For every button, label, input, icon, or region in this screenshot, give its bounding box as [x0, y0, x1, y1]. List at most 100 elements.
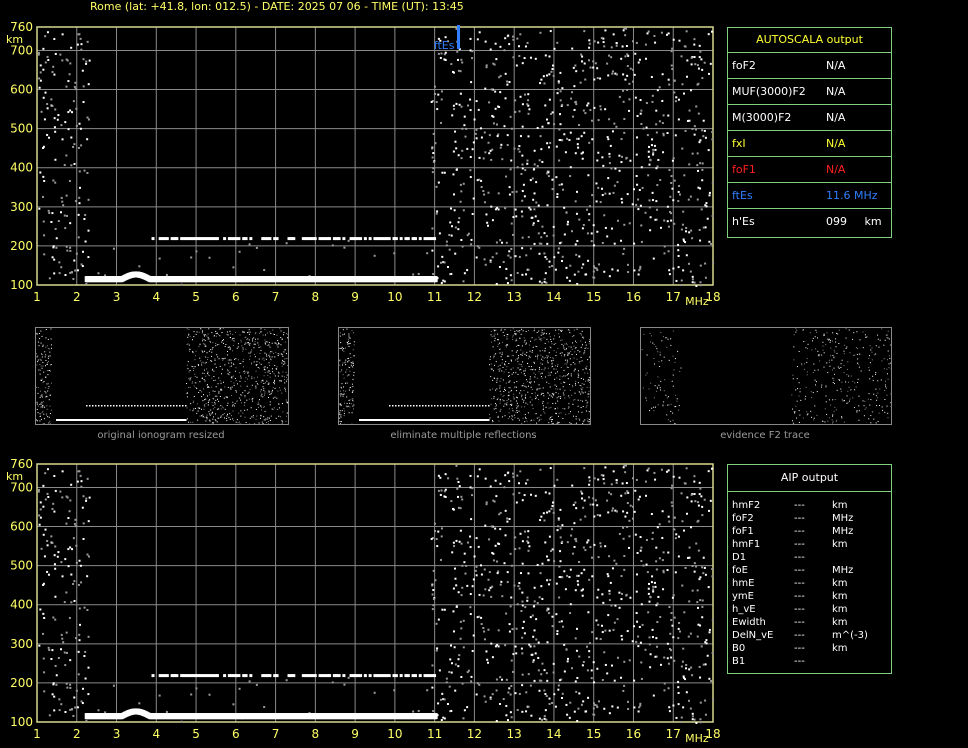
- thumb-dot: [496, 380, 498, 382]
- noise-dot: [704, 136, 707, 139]
- noise-dot: [527, 236, 530, 239]
- noise-dot: [610, 604, 613, 607]
- thumb-dot: [281, 422, 283, 424]
- noise-dot: [644, 211, 647, 214]
- thumb-dot: [195, 350, 197, 352]
- thumb-dot: [254, 338, 256, 340]
- noise-dot: [488, 152, 491, 155]
- noise-dot: [478, 156, 481, 159]
- noise-dot: [611, 567, 614, 570]
- thumb-dot: [195, 386, 197, 388]
- noise-dot: [603, 270, 606, 273]
- thumb-dot: [49, 394, 51, 396]
- noise-dot: [60, 561, 63, 564]
- thumb-dot: [227, 369, 229, 371]
- noise-dot: [67, 111, 70, 114]
- thumb-dot: [203, 339, 205, 341]
- thumb-dot: [207, 336, 209, 338]
- noise-dot: [75, 252, 78, 255]
- thumb-dot: [285, 390, 287, 392]
- thumb-dot: [45, 329, 47, 331]
- thumb-dot: [353, 403, 355, 405]
- noise-dot: [502, 698, 505, 701]
- thumb-dot: [581, 411, 583, 413]
- noise-dot: [628, 98, 631, 101]
- thumb-trace: [129, 419, 131, 421]
- thumb-dot: [199, 415, 201, 417]
- noise-dot: [606, 235, 609, 238]
- y-tick-label: 100: [10, 715, 33, 729]
- noise-dot: [561, 692, 564, 695]
- noise-dot: [431, 584, 434, 587]
- thumb-trace: [89, 419, 91, 421]
- noise-dot: [613, 122, 616, 125]
- noise-dot: [457, 228, 460, 231]
- thumb-dot: [340, 342, 342, 344]
- noise-dot: [667, 662, 670, 665]
- thumb-dot: [536, 417, 538, 419]
- noise-dot: [574, 538, 577, 541]
- thumb-trace: [174, 419, 176, 421]
- noise-dot: [482, 594, 485, 597]
- thumb-dot: [557, 388, 559, 390]
- thumb-dot: [257, 338, 259, 340]
- noise-dot: [557, 251, 560, 254]
- noise-dot: [624, 515, 627, 518]
- noise-dot: [640, 559, 643, 562]
- noise-dot: [652, 257, 655, 260]
- noise-dot: [588, 205, 591, 208]
- thumb-dot: [203, 362, 205, 364]
- thumb-dot: [353, 344, 355, 346]
- thumb-trace: [167, 419, 169, 421]
- noise-dot: [69, 246, 72, 249]
- thumb-dot: [253, 347, 255, 349]
- noise-dot: [712, 262, 715, 265]
- noise-dot: [42, 582, 45, 585]
- noise-dot: [628, 109, 631, 112]
- noise-dot: [577, 146, 580, 149]
- thumb-dot: [526, 423, 528, 424]
- noise-dot: [595, 619, 598, 622]
- thumb-dot: [228, 374, 230, 376]
- noise-dot: [701, 514, 704, 517]
- noise-dot: [516, 603, 519, 606]
- noise-dot: [703, 61, 706, 64]
- thumb-dot: [343, 413, 345, 415]
- noise-dot: [550, 70, 553, 73]
- thumb-dot: [199, 343, 201, 345]
- thumb-dot: [560, 339, 562, 341]
- thumb-dot: [495, 411, 497, 413]
- noise-dot: [548, 510, 551, 513]
- noise-dot: [104, 711, 107, 714]
- noise-dot: [80, 581, 83, 584]
- noise-dot: [575, 253, 578, 256]
- noise-dot: [138, 265, 141, 268]
- noise-dot: [248, 243, 251, 246]
- thumb-dot: [570, 364, 572, 366]
- thumb-dot: [263, 369, 265, 371]
- thumb-dot: [284, 341, 286, 343]
- thumb-dot: [522, 401, 524, 403]
- thumb-dot: [37, 361, 39, 363]
- noise-dot: [510, 564, 513, 567]
- noise-dot: [704, 663, 707, 666]
- noise-dot: [534, 57, 537, 60]
- thumb-dot: [263, 405, 265, 407]
- thumb-dot: [345, 390, 347, 392]
- thumb-dot: [212, 342, 214, 344]
- thumb-dot: [555, 392, 557, 394]
- noise-dot: [668, 273, 671, 276]
- thumb-dot: [214, 403, 216, 405]
- thumb-dot: [189, 350, 191, 352]
- noise-dot: [629, 504, 632, 507]
- thumb-dot: [188, 333, 190, 335]
- thumb-dot: [230, 359, 232, 361]
- noise-dot: [79, 127, 82, 130]
- thumb-trace: [137, 405, 139, 407]
- x-tick-label: 8: [312, 727, 320, 741]
- thumb-dot: [568, 346, 570, 348]
- noise-dot: [611, 509, 614, 512]
- noise-dot: [708, 191, 711, 194]
- noise-dot: [591, 138, 594, 141]
- noise-dot: [531, 614, 534, 617]
